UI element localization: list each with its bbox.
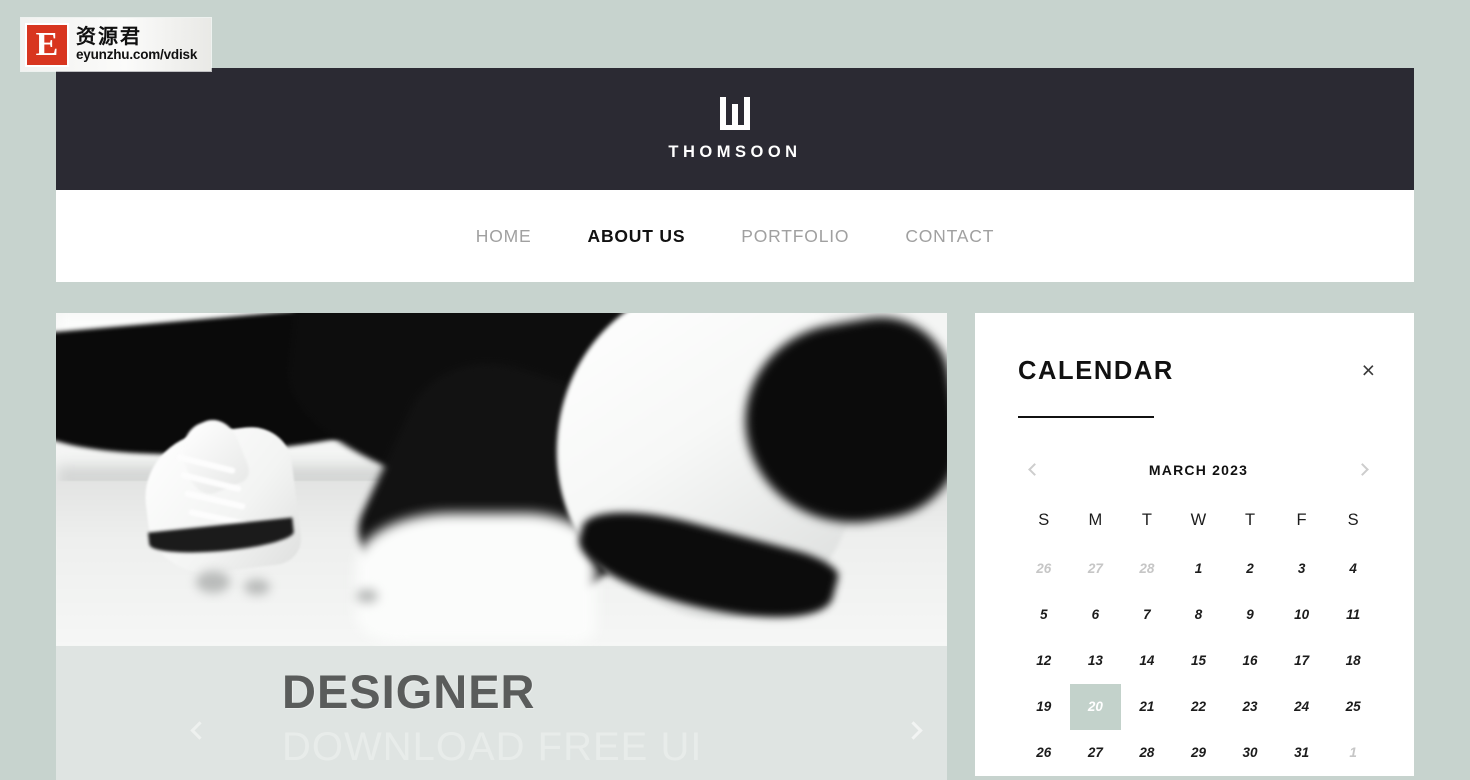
- chevron-left-icon: [1027, 463, 1041, 476]
- nav-item-about-us[interactable]: ABOUT US: [560, 226, 714, 247]
- hero-subtitle: DOWNLOAD FREE UI: [282, 725, 703, 769]
- calendar-day[interactable]: 30: [1224, 730, 1276, 776]
- calendar-day[interactable]: 18: [1327, 638, 1379, 684]
- chevron-left-icon: [189, 720, 209, 740]
- nav-item-contact[interactable]: CONTACT: [877, 226, 1022, 247]
- calendar-day[interactable]: 5: [1018, 592, 1070, 638]
- watermark-url: eyunzhu.com/vdisk: [76, 47, 198, 63]
- calendar-widget: CALENDAR × MARCH 2023 S M T W T F S 26 2…: [975, 313, 1414, 776]
- chevron-right-icon: [1356, 463, 1370, 476]
- calendar-week-row: 19 20 21 22 23 24 25: [1018, 683, 1379, 730]
- chevron-right-icon: [903, 720, 923, 740]
- watermark-cn-text: 资源君: [76, 24, 142, 49]
- calendar-day[interactable]: 1: [1173, 546, 1225, 592]
- close-icon[interactable]: ×: [1358, 357, 1379, 384]
- calendar-day[interactable]: 3: [1276, 546, 1328, 592]
- calendar-day-outside-month[interactable]: 26: [1018, 546, 1070, 592]
- calendar-header: CALENDAR ×: [1018, 357, 1379, 386]
- calendar-day-selected[interactable]: 20: [1069, 683, 1122, 730]
- calendar-day[interactable]: 16: [1224, 638, 1276, 684]
- calendar-day[interactable]: 12: [1018, 638, 1070, 684]
- slider-next-button[interactable]: [896, 713, 930, 747]
- weekday-header: T: [1141, 510, 1152, 529]
- content-row: DESIGNER DOWNLOAD FREE UI CALENDAR × MAR…: [56, 313, 1414, 780]
- calendar-day-outside-month[interactable]: 28: [1121, 546, 1173, 592]
- calendar-day[interactable]: 9: [1224, 592, 1276, 638]
- calendar-day[interactable]: 21: [1121, 684, 1173, 730]
- weekday-header: F: [1296, 510, 1307, 529]
- calendar-grid: S M T W T F S 26 27 28 1 2 3 4 5 6 7 8 9 10 11 12 13 14 1…: [1018, 497, 1379, 776]
- calendar-day[interactable]: 15: [1173, 638, 1225, 684]
- calendar-day[interactable]: 24: [1276, 684, 1328, 730]
- calendar-week-row: 26 27 28 29 30 31 1: [1018, 730, 1379, 776]
- calendar-day[interactable]: 14: [1121, 638, 1173, 684]
- weekday-header: S: [1038, 510, 1050, 529]
- calendar-month-nav: MARCH 2023: [1018, 457, 1379, 483]
- calendar-week-row: 5 6 7 8 9 10 11: [1018, 592, 1379, 638]
- weekday-header: M: [1088, 510, 1103, 529]
- site-container: THOMSOON HOME ABOUT US PORTFOLIO CONTACT: [56, 68, 1414, 780]
- calendar-day[interactable]: 27: [1070, 730, 1122, 776]
- calendar-day-outside-month[interactable]: 27: [1070, 546, 1122, 592]
- calendar-day[interactable]: 23: [1224, 684, 1276, 730]
- watermark-badge-letter: E: [35, 25, 59, 63]
- calendar-day[interactable]: 10: [1276, 592, 1328, 638]
- calendar-day[interactable]: 6: [1070, 592, 1122, 638]
- calendar-day-body: 26 27 28 1 2 3 4 5 6 7 8 9 10 11 12 13 14 15 16 17 18 19 20 21 2…: [1018, 546, 1379, 776]
- calendar-day[interactable]: 17: [1276, 638, 1328, 684]
- brand-header: THOMSOON: [56, 68, 1414, 190]
- calendar-day[interactable]: 13: [1070, 638, 1122, 684]
- weekday-header: S: [1347, 510, 1359, 529]
- calendar-day[interactable]: 29: [1173, 730, 1225, 776]
- calendar-day[interactable]: 28: [1121, 730, 1173, 776]
- calendar-day[interactable]: 26: [1018, 730, 1070, 776]
- nav-item-home[interactable]: HOME: [448, 226, 560, 247]
- calendar-day-outside-month[interactable]: 1: [1327, 730, 1379, 776]
- calendar-day[interactable]: 2: [1224, 546, 1276, 592]
- calendar-day[interactable]: 31: [1276, 730, 1328, 776]
- brand-name: THOMSOON: [668, 142, 802, 161]
- slider-prev-button[interactable]: [182, 713, 216, 747]
- calendar-day[interactable]: 19: [1018, 684, 1070, 730]
- weekday-header: T: [1244, 510, 1256, 529]
- weekday-header: W: [1190, 510, 1207, 529]
- watermark-badge-icon: E: [25, 22, 69, 67]
- hero-slide-image: [56, 313, 947, 646]
- calendar-title-rule: [1018, 416, 1154, 418]
- calendar-week-row: 26 27 28 1 2 3 4: [1018, 546, 1379, 592]
- calendar-prev-month-button[interactable]: [1021, 457, 1047, 483]
- hero-title: DESIGNER: [282, 665, 536, 718]
- calendar-day[interactable]: 7: [1121, 592, 1173, 638]
- calendar-day[interactable]: 25: [1327, 684, 1379, 730]
- calendar-month-label: MARCH 2023: [1148, 461, 1249, 478]
- calendar-week-row: 12 13 14 15 16 17 18: [1018, 638, 1379, 684]
- calendar-day[interactable]: 22: [1173, 684, 1225, 730]
- calendar-day[interactable]: 4: [1327, 546, 1379, 592]
- calendar-next-month-button[interactable]: [1350, 457, 1376, 483]
- hero-slider: DESIGNER DOWNLOAD FREE UI: [56, 313, 947, 780]
- calendar-title: CALENDAR: [1018, 357, 1174, 385]
- watermark-overlay: E 资源君 eyunzhu.com/vdisk: [21, 18, 211, 71]
- logo-mark-pillars-icon[interactable]: [720, 96, 750, 130]
- calendar-weekday-row: S M T W T F S: [1018, 497, 1379, 546]
- nav-item-portfolio[interactable]: PORTFOLIO: [713, 226, 877, 247]
- watermark-text: 资源君 eyunzhu.com/vdisk: [76, 26, 197, 63]
- calendar-day[interactable]: 11: [1327, 592, 1379, 638]
- calendar-day[interactable]: 8: [1173, 592, 1225, 638]
- main-navigation: HOME ABOUT US PORTFOLIO CONTACT: [56, 190, 1414, 282]
